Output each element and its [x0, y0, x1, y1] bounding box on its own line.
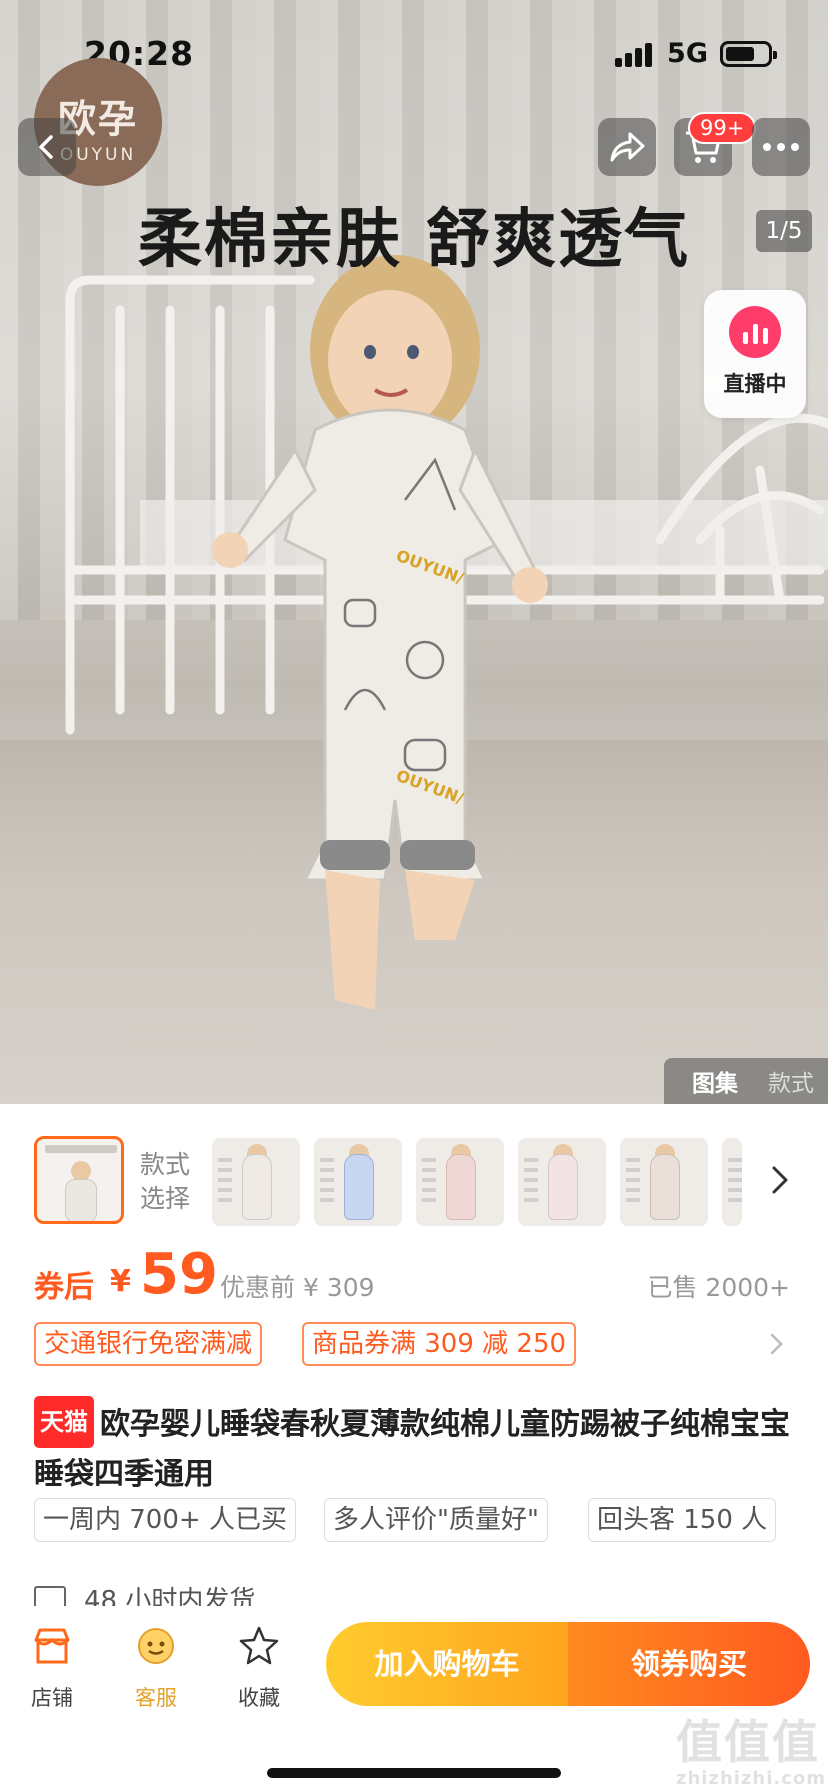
customer-service-button[interactable]: 客服	[116, 1624, 196, 1712]
variant-thumb-selected[interactable]	[34, 1136, 124, 1224]
more-icon	[763, 143, 799, 151]
store-icon	[34, 1628, 70, 1664]
variant-thumb[interactable]	[518, 1138, 606, 1226]
variant-thumb[interactable]	[620, 1138, 708, 1226]
more-button[interactable]	[752, 118, 810, 176]
status-indicators: 5G	[615, 38, 777, 69]
image-counter: 1/5	[756, 210, 812, 252]
add-to-cart-button[interactable]: 加入购物车	[326, 1622, 568, 1706]
highlight-tag: 回头客 150 人	[588, 1498, 777, 1542]
back-button[interactable]	[18, 118, 76, 176]
highlight-tag: 一周内 700+ 人已买	[34, 1498, 296, 1542]
watermark: 值值值 zhizhizhi.com	[676, 1715, 827, 1789]
variant-thumb[interactable]	[722, 1138, 742, 1226]
purchase-buttons: 加入购物车 领券购买	[326, 1622, 810, 1706]
live-label: 直播中	[723, 372, 787, 396]
variant-thumb[interactable]	[416, 1138, 504, 1226]
coupon-tag[interactable]: 交通银行免密满减	[34, 1322, 263, 1366]
chevron-right-icon[interactable]	[762, 1330, 790, 1358]
original-price: 优惠前 ¥ 309	[220, 1273, 375, 1302]
buy-with-coupon-button[interactable]: 领券购买	[568, 1622, 810, 1706]
currency-symbol: ¥	[110, 1264, 131, 1299]
share-button[interactable]	[598, 118, 656, 176]
tab-gallery[interactable]: 图集	[692, 1064, 738, 1098]
chevron-right-icon[interactable]	[760, 1160, 800, 1200]
sold-count: 已售 2000+	[647, 1273, 790, 1302]
variant-label: 款式 选择	[140, 1150, 191, 1213]
highlight-tags: 一周内 700+ 人已买 多人评价"质量好" 回头客 150 人	[34, 1498, 794, 1544]
price-after-coupon-label: 券后	[34, 1270, 94, 1305]
signal-icon	[615, 41, 655, 67]
hero-headline: 柔棉亲肤 舒爽透气	[137, 203, 691, 277]
baby-model: OUYUN/ OUYUN/	[212, 255, 548, 1010]
gallery-tab-bar: 图集 款式	[664, 1058, 828, 1104]
coupon-tag[interactable]: 商品券满 309 减 250	[302, 1322, 577, 1366]
home-indicator[interactable]	[267, 1768, 561, 1778]
product-hero-image[interactable]: OUYUN/ OUYUN/ 20:28 5G 欧孕 OUYUN 99+ 柔棉亲肤…	[0, 0, 828, 1104]
variant-thumb[interactable]	[212, 1138, 300, 1226]
live-bars-icon	[729, 306, 781, 358]
price-value: 59	[140, 1242, 218, 1307]
cart-count-badge: 99+	[688, 112, 757, 144]
service-icon	[138, 1628, 174, 1664]
service-label: 客服	[135, 1686, 177, 1710]
share-icon	[610, 132, 645, 162]
price-row: 券后 ¥ 59 优惠前 ¥ 309 已售 2000+	[34, 1242, 794, 1314]
highlight-tag: 多人评价"质量好"	[324, 1498, 548, 1542]
live-stream-button[interactable]: 直播中	[704, 290, 806, 418]
tmall-badge: 天猫	[34, 1396, 94, 1448]
favorite-button[interactable]: 收藏	[219, 1624, 299, 1712]
network-type: 5G	[667, 38, 708, 69]
tab-styles[interactable]: 款式	[768, 1064, 814, 1098]
variant-thumb[interactable]	[314, 1138, 402, 1226]
product-title: 天猫 欧孕婴儿睡袋春秋夏薄款纯棉儿童防踢被子纯棉宝宝睡袋四季通用	[34, 1396, 794, 1500]
shop-button[interactable]: 店铺	[12, 1624, 92, 1712]
star-icon	[239, 1626, 279, 1665]
battery-icon	[720, 40, 777, 67]
variant-selector: 款式 选择	[0, 1130, 828, 1230]
favorite-label: 收藏	[238, 1686, 280, 1710]
shop-label: 店铺	[31, 1686, 73, 1710]
coupon-row[interactable]: 交通银行免密满减 商品券满 309 减 250	[34, 1322, 794, 1368]
product-title-block: 天猫 欧孕婴儿睡袋春秋夏薄款纯棉儿童防踢被子纯棉宝宝睡袋四季通用	[34, 1396, 794, 1500]
chevron-left-icon	[39, 135, 53, 159]
